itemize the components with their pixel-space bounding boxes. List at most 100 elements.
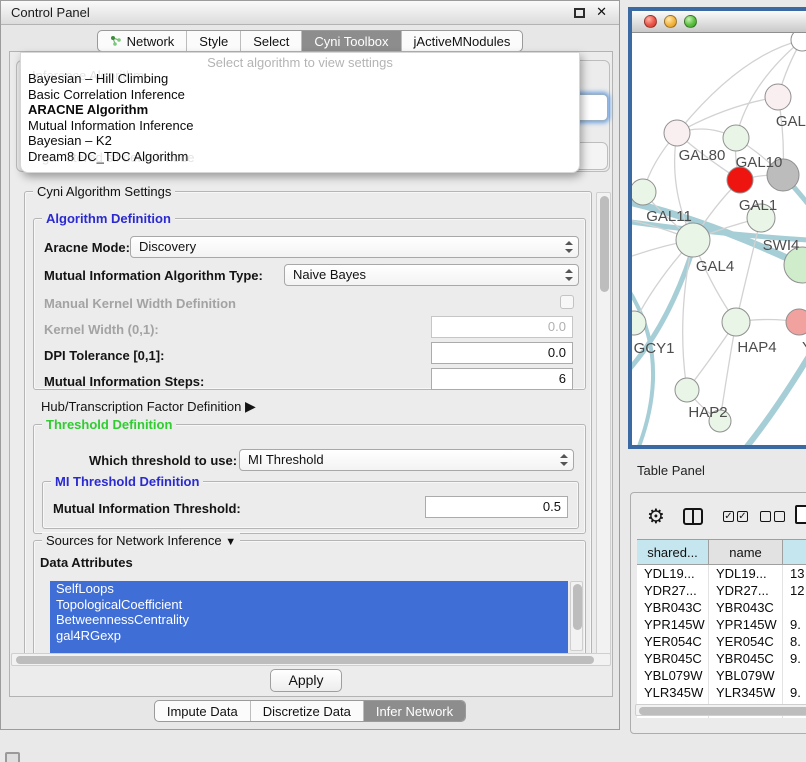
algorithm-option[interactable]: Bayesian – K2 — [21, 133, 579, 149]
which-threshold-combobox[interactable]: MI Threshold — [239, 449, 574, 471]
algorithm-definition-group: Algorithm Definition Aracne Mode: Discov… — [33, 218, 586, 390]
manual-kernel-checkbox[interactable] — [560, 295, 574, 309]
threshold-definition-group: Threshold Definition Which threshold to … — [33, 424, 586, 534]
deselect-all-columns-icon[interactable] — [760, 511, 785, 522]
mi-threshold-field[interactable]: 0.5 — [425, 496, 568, 518]
mi-steps-label: Mutual Information Steps: — [44, 374, 204, 389]
tab-style[interactable]: Style — [186, 31, 240, 51]
tab-jactivemnodules[interactable]: jActiveMNodules — [401, 31, 523, 51]
table-row[interactable]: YER054CYER054C8. — [637, 633, 806, 650]
tab-infer-network[interactable]: Infer Network — [363, 701, 465, 721]
tab-network[interactable]: Network — [98, 31, 187, 51]
node-label-gal11: GAL11 — [646, 208, 692, 225]
select-all-columns-icon[interactable]: ✓✓ — [723, 511, 748, 522]
mac-zoom-icon[interactable] — [684, 15, 697, 28]
mac-close-icon[interactable] — [644, 15, 657, 28]
table-panel-title: Table Panel — [637, 463, 705, 478]
table-cell: YBR045C — [637, 650, 709, 667]
node-label-gal1: GAL1 — [739, 197, 777, 214]
table-cell: YBR043C — [637, 599, 709, 616]
document-icon[interactable] — [795, 505, 806, 524]
network-node-gal10[interactable] — [723, 125, 749, 151]
tab-cyni-toolbox[interactable]: Cyni Toolbox — [301, 31, 400, 51]
attribute-item[interactable]: TopologicalCoefficient — [50, 597, 568, 613]
table-row[interactable]: YLR345WYLR345W9. — [637, 684, 806, 701]
network-node-gal80[interactable] — [664, 120, 690, 146]
network-view-window: GAL7GAL80GAL10GAL1SWI4GAL11GAL4GCY1HAP4Y… — [628, 7, 806, 449]
network-node-gal11[interactable] — [632, 179, 656, 205]
table-row[interactable]: YBR043CYBR043C — [637, 599, 806, 616]
panel-title: Control Panel — [11, 5, 90, 20]
hub-definition-label: Hub/Transcription Factor Definition — [41, 399, 241, 414]
which-threshold-label: Which threshold to use: — [89, 453, 237, 468]
settings-vertical-scrollbar[interactable] — [596, 192, 611, 662]
aracne-mode-combobox[interactable]: Discovery — [130, 236, 579, 258]
tab-impute-data[interactable]: Impute Data — [155, 701, 250, 721]
algorithm-option[interactable]: Basic Correlation Inference — [21, 87, 579, 103]
ghost-network-combo-label: gal-filtered sif default node — [42, 150, 194, 165]
network-node-gal4[interactable] — [676, 223, 710, 257]
attribute-item[interactable]: gal4RGexp — [50, 628, 568, 644]
table-cell: YDR27... — [709, 582, 783, 599]
collapsed-arrow-icon: ▶ — [245, 398, 256, 414]
table-row[interactable]: YBR045CYBR045C9. — [637, 650, 806, 667]
close-icon[interactable]: ✕ — [596, 4, 607, 20]
table-horizontal-scrollbar[interactable] — [635, 704, 806, 716]
node-label-gcy1: GCY1 — [634, 340, 675, 357]
table-row[interactable]: YPR145WYPR145W9. — [637, 616, 806, 633]
apply-button[interactable]: Apply — [270, 669, 342, 692]
node-label-gal80: GAL80 — [679, 147, 726, 164]
node-label-hap2: HAP2 — [688, 404, 727, 421]
data-attributes-label: Data Attributes — [40, 555, 133, 570]
cyni-algorithm-settings-group: Cyni Algorithm Settings Algorithm Defini… — [24, 191, 592, 663]
column-header-shared...[interactable]: shared... — [637, 539, 709, 565]
float-window-icon[interactable] — [574, 8, 585, 18]
network-canvas[interactable]: GAL7GAL80GAL10GAL1SWI4GAL11GAL4GCY1HAP4Y… — [632, 33, 806, 445]
algorithm-option[interactable]: ARACNE Algorithm — [21, 102, 579, 118]
attribute-list-scrollbar[interactable] — [570, 581, 583, 651]
hub-definition-toggle[interactable]: Hub/Transcription Factor Definition ▶ — [41, 398, 256, 415]
table-cell: YPR145W — [637, 616, 709, 633]
network-node-gal7[interactable] — [765, 84, 791, 110]
sources-group-title[interactable]: Sources for Network Inference ▼ — [42, 533, 240, 548]
table-cell: YER054C — [709, 633, 783, 650]
mi-algorithm-type-combobox[interactable]: Naive Bayes — [284, 264, 579, 286]
mi-steps-field[interactable]: 6 — [431, 368, 573, 390]
node-label-gal10: GAL10 — [736, 154, 783, 171]
cyni-toolbox-content: Inference Algorithm gal-filtered sif def… — [9, 51, 613, 697]
mi-threshold-definition-group: MI Threshold Definition Mutual Informati… — [42, 481, 579, 529]
aracne-mode-label: Aracne Mode: — [44, 240, 130, 255]
attribute-item[interactable]: SelfLoops — [50, 581, 568, 597]
table-row[interactable]: YBL079WYBL079W — [637, 667, 806, 684]
table-row[interactable]: YDL19...YDL19...13 — [637, 565, 806, 582]
table-row[interactable]: YDR27...YDR27...12 — [637, 582, 806, 599]
dpi-tolerance-field[interactable]: 0.0 — [431, 342, 573, 364]
table-cell: YBR043C — [709, 599, 783, 616]
settings-horizontal-scrollbar[interactable] — [11, 653, 611, 666]
table-cell: 9. — [783, 684, 806, 701]
network-node-y[interactable] — [786, 309, 806, 335]
screen: Control Panel ✕ Network StyleSelectCyni T… — [0, 0, 806, 762]
network-window-titlebar — [632, 11, 806, 33]
gear-icon[interactable]: ⚙ — [647, 504, 665, 529]
apply-button-label: Apply — [288, 672, 323, 688]
table-cell: YLR345W — [637, 684, 709, 701]
column-header-A[interactable]: A — [783, 539, 806, 565]
network-node-gcy1[interactable] — [632, 311, 646, 335]
tab-select[interactable]: Select — [240, 31, 301, 51]
table-body: YDL19...YDL19...13YDR27...YDR27...12YBR0… — [637, 565, 806, 718]
column-header-name[interactable]: name — [709, 539, 783, 565]
split-columns-icon[interactable] — [683, 508, 703, 525]
mac-minimize-icon[interactable] — [664, 15, 677, 28]
tab-discretize-data[interactable]: Discretize Data — [250, 701, 363, 721]
algorithm-option[interactable]: Mutual Information Inference — [21, 118, 579, 134]
network-node-hap4[interactable] — [722, 308, 750, 336]
data-attributes-list[interactable]: SelfLoopsTopologicalCoefficientBetweenne… — [50, 581, 568, 653]
tab-label: Network — [127, 34, 175, 49]
network-node-hap2[interactable] — [675, 378, 699, 402]
kernel-width-field[interactable]: 0.0 — [431, 316, 573, 338]
corner-grip-icon[interactable] — [5, 752, 20, 762]
table-cell: YBR045C — [709, 650, 783, 667]
attribute-item[interactable]: BetweennessCentrality — [50, 612, 568, 628]
bottom-tab-bar: Impute DataDiscretize DataInfer Network — [1, 700, 619, 722]
